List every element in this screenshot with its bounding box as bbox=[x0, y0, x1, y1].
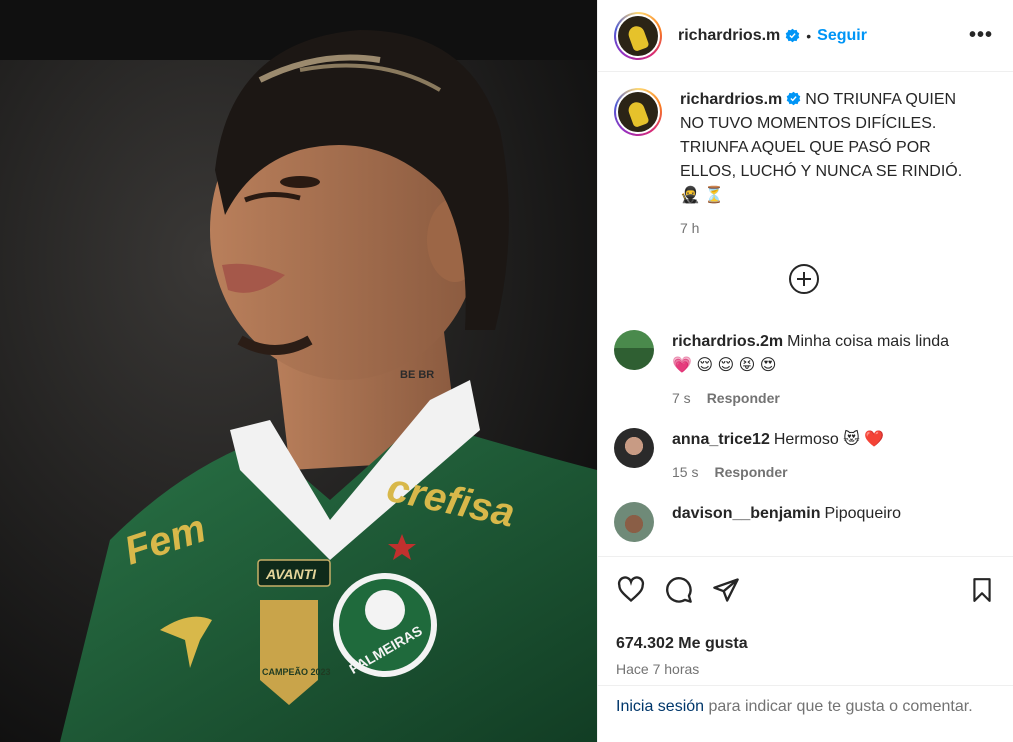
separator-dot: • bbox=[806, 27, 812, 44]
post-side-panel: richardrios.m • Seguir ••• richardrios.m… bbox=[597, 0, 1013, 742]
comment-icon[interactable] bbox=[664, 576, 694, 604]
comment-time: 15 s bbox=[672, 464, 699, 480]
comments-list[interactable]: richardrios.m NO TRIUNFA QUIEN NO TUVO MO… bbox=[598, 72, 1013, 556]
reply-button[interactable]: Responder bbox=[714, 464, 787, 480]
caption-username[interactable]: richardrios.m bbox=[680, 91, 782, 108]
caption-emojis: 🥷 ⏳ bbox=[680, 187, 725, 204]
post-actions: 674.302 Me gusta Hace 7 horas bbox=[598, 556, 1013, 677]
comment-username[interactable]: davison__benjamin bbox=[672, 505, 821, 522]
author-username[interactable]: richardrios.m bbox=[678, 27, 780, 45]
comment-text: Hermoso bbox=[773, 431, 839, 448]
comment-text: Minha coisa mais linda bbox=[787, 333, 950, 350]
commenter-avatar[interactable] bbox=[614, 502, 654, 542]
login-link[interactable]: Inicia sesión bbox=[616, 698, 704, 715]
bookmark-icon[interactable] bbox=[969, 576, 995, 604]
load-more-comments-icon[interactable] bbox=[788, 264, 819, 294]
verified-badge-icon bbox=[786, 28, 800, 43]
jersey-avanti-text: AVANTI bbox=[265, 566, 317, 582]
comment-time: 7 s bbox=[672, 390, 691, 406]
login-prompt-text: para indicar que te gusta o comentar. bbox=[708, 698, 973, 715]
share-icon[interactable] bbox=[712, 576, 740, 604]
follow-button[interactable]: Seguir bbox=[817, 27, 867, 45]
heart-icon[interactable] bbox=[616, 576, 646, 604]
comment-emojis: 💗 😌 😌 😝 😍 bbox=[672, 357, 777, 374]
post-photo[interactable]: BE BR crefisa Fem AVANTI CAMPEÃO 2023 PA… bbox=[0, 0, 597, 742]
verified-badge-icon bbox=[787, 91, 801, 106]
commenter-avatar[interactable] bbox=[614, 428, 654, 468]
comment-item: anna_trice12 Hermoso 😻 ❤️ 15 s Responder bbox=[614, 428, 993, 480]
comment-username[interactable]: anna_trice12 bbox=[672, 431, 770, 448]
post-header: richardrios.m • Seguir ••• bbox=[598, 0, 1013, 72]
likes-count[interactable]: 674.302 Me gusta bbox=[616, 635, 995, 653]
load-more-comments-button[interactable] bbox=[614, 264, 993, 294]
reply-button[interactable]: Responder bbox=[707, 390, 780, 406]
player-illustration: BE BR crefisa Fem AVANTI CAMPEÃO 2023 PA… bbox=[0, 0, 597, 742]
comment-text: Pipoqueiro bbox=[824, 505, 902, 522]
neck-tattoo-text: BE BR bbox=[400, 369, 434, 381]
caption-row: richardrios.m NO TRIUNFA QUIEN NO TUVO MO… bbox=[614, 88, 993, 236]
author-avatar[interactable] bbox=[614, 11, 662, 60]
caption-author-avatar[interactable] bbox=[614, 88, 662, 136]
comment-username[interactable]: richardrios.2m bbox=[672, 333, 783, 350]
caption-time: 7 h bbox=[680, 220, 700, 236]
comment-emojis: 😻 ❤️ bbox=[843, 431, 885, 448]
comment-item: richardrios.2m Minha coisa mais linda 💗 😌… bbox=[614, 330, 993, 406]
post-timestamp: Hace 7 horas bbox=[616, 661, 700, 677]
trophy-text: CAMPEÃO 2023 bbox=[262, 667, 331, 677]
comment-item: davison__benjamin Pipoqueiro bbox=[614, 502, 993, 542]
login-prompt: Inicia sesión para indicar que te gusta … bbox=[598, 685, 1013, 728]
commenter-avatar[interactable] bbox=[614, 330, 654, 370]
more-options-icon[interactable]: ••• bbox=[969, 24, 993, 47]
